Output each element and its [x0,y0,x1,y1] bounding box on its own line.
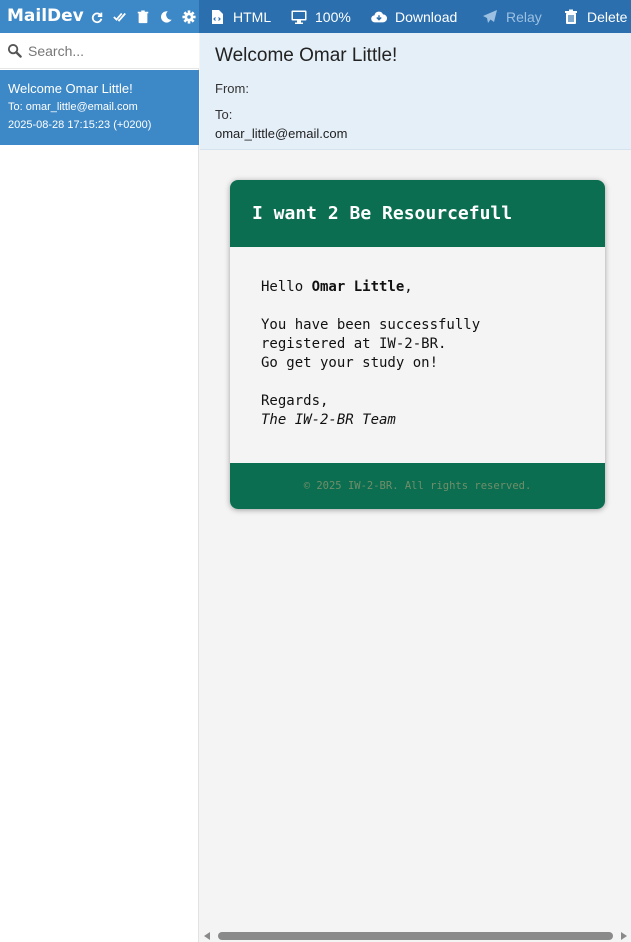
refresh-icon[interactable] [89,9,104,24]
body-line-3: Go get your study on! [261,355,439,371]
delete-label: Delete [587,8,628,25]
html-label: HTML [233,8,272,25]
email-preview: I want 2 Be Resourcefull Hello Omar Litt… [200,150,631,930]
body-line-1: You have been successfully [261,317,481,333]
body-line-2: registered at IW-2-BR. [261,336,447,352]
greeting-prefix: Hello [261,279,312,295]
greeting: Hello Omar Little, [261,278,591,297]
delete-button[interactable]: Delete [563,0,627,33]
search-icon [7,43,22,58]
mail-subject-title: Welcome Omar Little! [215,45,398,66]
html-button[interactable]: HTML [209,0,271,33]
sidebar: MailDev1 Welcome Omar Little! To: omar [0,0,199,942]
message-toolbar: HTML 100% Download Relay Delete [199,0,631,33]
email-card: I want 2 Be Resourcefull Hello Omar Litt… [230,180,605,509]
cloud-download-icon [371,11,387,22]
email-heading: I want 2 Be Resourcefull [230,180,605,247]
zoom-label: 100% [315,8,351,25]
zoom-button[interactable]: 100% [291,0,351,33]
regards: Regards, [261,393,329,409]
app-name: MailDev [7,6,84,26]
to-address: omar_little@email.com [215,126,348,141]
signature-text: The IW-2-BR Team [261,412,396,428]
scrollbar-thumb[interactable] [218,932,613,940]
relay-button[interactable]: Relay [482,0,542,33]
mail-item-date: 2025-08-28 17:15:23 (+0200) [8,119,152,131]
app-logo: MailDev1 [7,6,92,26]
search-box [0,33,199,69]
email-footer: © 2025 IW-2-BR. All rights reserved. [230,463,605,509]
mail-item-subject: Welcome Omar Little! [8,81,133,96]
brand-bar: MailDev1 [0,0,199,33]
gear-icon[interactable] [181,9,196,24]
from-label: From: [215,81,249,96]
mail-header: Welcome Omar Little! From: To: omar_litt… [200,33,631,150]
paper-plane-icon [483,9,497,23]
file-code-icon [212,9,223,24]
download-label: Download [395,8,458,25]
brand-actions [85,0,199,33]
mail-list-item[interactable]: Welcome Omar Little! To: omar_little@ema… [0,70,199,145]
greeting-name: Omar Little [311,279,405,295]
greeting-suffix: , [404,279,413,295]
download-button[interactable]: Download [371,0,457,33]
signature: The IW-2-BR Team [261,411,591,430]
to-label: To: [215,107,233,122]
trash-icon[interactable] [135,9,150,24]
trash-icon [565,9,577,24]
moon-icon[interactable] [158,9,173,24]
scroll-right-arrow-icon[interactable] [621,932,627,940]
search-input[interactable] [28,39,193,63]
email-body: Hello Omar Little, You have been success… [261,278,591,430]
mail-item-recipient: To: omar_little@email.com [8,101,138,113]
scroll-left-arrow-icon[interactable] [204,932,210,940]
horizontal-scrollbar[interactable] [200,930,631,942]
relay-label: Relay [506,8,542,25]
double-check-icon[interactable] [112,9,127,24]
desktop-icon [291,10,307,24]
